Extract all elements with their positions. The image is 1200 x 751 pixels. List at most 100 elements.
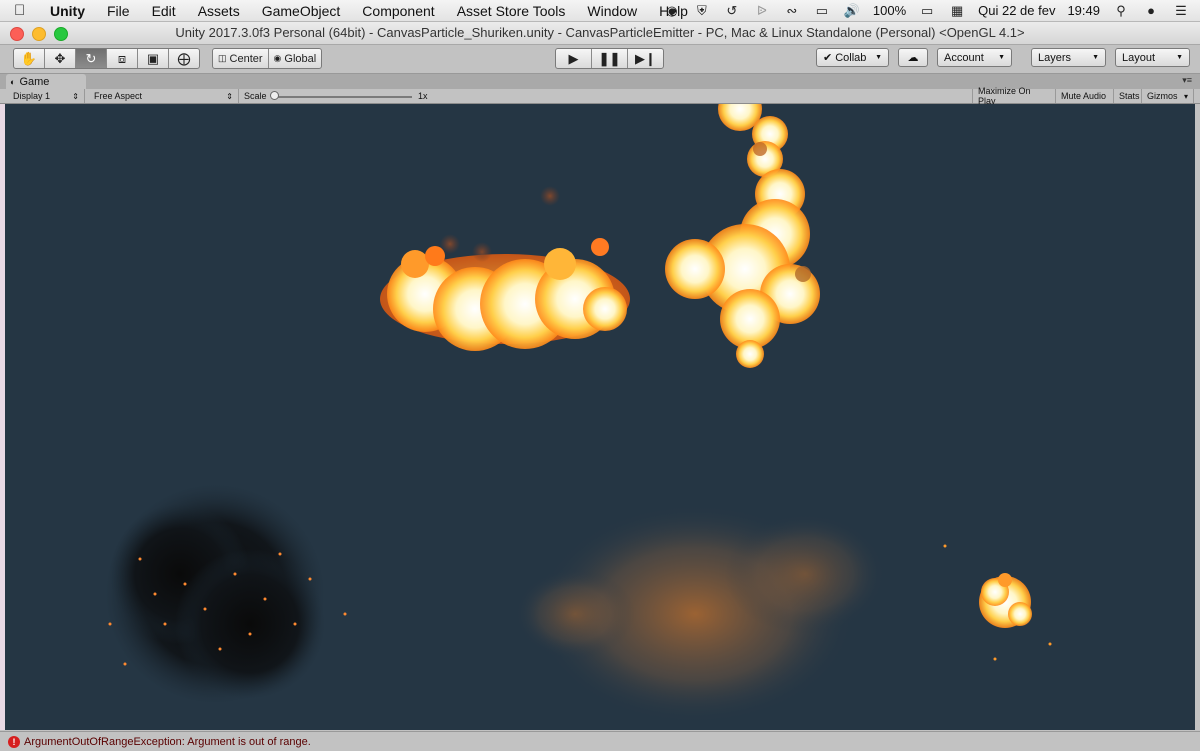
gizmos-dropdown[interactable]: Gizmos ▾ xyxy=(1142,89,1194,103)
display-dropdown[interactable]: Display 1 ⇕ xyxy=(8,89,85,103)
game-view[interactable] xyxy=(5,104,1195,730)
layers-label: Layers xyxy=(1038,51,1072,64)
menu-date[interactable]: Qui 22 de fev xyxy=(978,3,1055,18)
right-panel-edge xyxy=(1195,104,1200,730)
pivot-center-button[interactable]: ◫ Center xyxy=(213,49,269,68)
menu-bar:  Unity File Edit Assets GameObject Comp… xyxy=(0,0,1200,22)
menu-assets[interactable]: Assets xyxy=(198,3,240,19)
updown-icon: ⇕ xyxy=(72,91,79,101)
space-global-button[interactable]: ◉ Global xyxy=(269,49,322,68)
rect-icon: ▣ xyxy=(146,50,160,66)
pivot-label: Center xyxy=(229,52,263,65)
smoke-cloud xyxy=(105,484,347,704)
aspect-dropdown[interactable]: Free Aspect ⇕ xyxy=(89,89,239,103)
pause-icon: ❚❚ xyxy=(598,50,621,66)
window-title: Unity 2017.3.0f3 Personal (64bit) - Canv… xyxy=(175,25,1025,40)
minimize-window-button[interactable] xyxy=(32,27,46,41)
layout-label: Layout xyxy=(1122,51,1156,64)
pause-button[interactable]: ❚❚ xyxy=(592,49,628,68)
play-icon: ▶ xyxy=(568,50,579,66)
cloud-button[interactable]: ☁ xyxy=(898,48,928,67)
space-label: Global xyxy=(284,52,317,65)
scale-slider-handle[interactable] xyxy=(270,91,279,100)
aspect-label: Free Aspect xyxy=(94,91,143,101)
hand-icon: ✋ xyxy=(20,50,38,66)
siri-icon[interactable]: ● xyxy=(1142,3,1160,19)
layout-dropdown[interactable]: Layout ▼ xyxy=(1115,48,1190,67)
playmode-controls: ▶ ❚❚ ▶❙ xyxy=(555,48,664,69)
particle-scene xyxy=(105,104,1052,724)
shield-icon[interactable]: ⛨ xyxy=(693,3,711,19)
chevron-down-icon: ▼ xyxy=(1176,54,1183,61)
spotlight-search-icon[interactable]: ⚲ xyxy=(1112,3,1130,19)
move-tool-button[interactable]: ✥ xyxy=(45,49,76,68)
collab-label: Collab xyxy=(835,51,867,64)
chevron-down-icon: ▾ xyxy=(1183,91,1188,101)
mute-label: Mute Audio xyxy=(1061,91,1107,101)
menu-gameobject[interactable]: GameObject xyxy=(262,3,341,19)
airplay-icon[interactable]: ▭ xyxy=(813,3,831,19)
tab-menu-icon[interactable]: ▾≡ xyxy=(1182,75,1192,86)
menu-edit[interactable]: Edit xyxy=(152,3,176,19)
pivot-toggles: ◫ Center ◉ Global xyxy=(212,48,323,69)
scale-label: Scale xyxy=(244,91,267,101)
step-button[interactable]: ▶❙ xyxy=(628,49,663,68)
hand-tool-button[interactable]: ✋ xyxy=(14,49,45,68)
move-icon: ✥ xyxy=(54,50,66,66)
stats-toggle[interactable]: Stats xyxy=(1114,89,1142,103)
menu-asset-store-tools[interactable]: Asset Store Tools xyxy=(457,3,566,19)
scale-icon: ⧈ xyxy=(117,50,127,66)
menu-window[interactable]: Window xyxy=(587,3,637,19)
fire-burst-left xyxy=(380,186,630,351)
fire-burst-small xyxy=(943,544,1052,661)
scale-tool-button[interactable]: ⧈ xyxy=(107,49,138,68)
error-icon: ! xyxy=(8,735,20,748)
tab-game[interactable]: ◐ Game xyxy=(6,74,86,89)
rotate-tool-button[interactable]: ↻ xyxy=(76,49,107,68)
step-icon: ▶❙ xyxy=(635,50,656,66)
zoom-window-button[interactable] xyxy=(54,27,68,41)
keyboard-icon[interactable]: ▦ xyxy=(948,3,966,19)
notification-center-icon[interactable]: ☰ xyxy=(1172,3,1190,19)
maximize-label: Maximize On Play xyxy=(978,86,1031,106)
chrome-icon[interactable]: ◉ xyxy=(663,3,681,19)
menu-unity[interactable]: Unity xyxy=(50,3,85,19)
transform-icon: ⨁ xyxy=(177,50,191,66)
mute-audio-toggle[interactable]: Mute Audio xyxy=(1056,89,1114,103)
battery-icon[interactable]: ▭ xyxy=(918,3,936,19)
apple-icon[interactable]:  xyxy=(14,2,32,19)
pivot-icon: ◫ xyxy=(218,53,227,63)
menu-time[interactable]: 19:49 xyxy=(1067,3,1100,18)
maximize-on-play-toggle[interactable]: Maximize On Play xyxy=(972,86,1056,106)
menu-file[interactable]: File xyxy=(107,3,130,19)
menu-component[interactable]: Component xyxy=(362,3,434,19)
account-dropdown[interactable]: Account ▼ xyxy=(937,48,1012,67)
error-message: ArgumentOutOfRangeException: Argument is… xyxy=(24,735,311,748)
transform-tool-button[interactable]: ⨁ xyxy=(169,49,199,68)
time-machine-icon[interactable]: ↺ xyxy=(723,3,741,19)
rotate-icon: ↻ xyxy=(85,50,97,66)
chevron-down-icon: ▼ xyxy=(1092,54,1099,61)
rect-tool-button[interactable]: ▣ xyxy=(138,49,169,68)
battery-percent: 100% xyxy=(872,3,907,18)
glow-cloud xyxy=(515,504,885,724)
bluetooth-icon[interactable]: ᐉ xyxy=(753,3,771,19)
console-status-bar[interactable]: ! ArgumentOutOfRangeException: Argument … xyxy=(0,731,1200,751)
collab-dropdown[interactable]: ✔ Collab ▼ xyxy=(816,48,889,67)
play-button[interactable]: ▶ xyxy=(556,49,592,68)
close-window-button[interactable] xyxy=(10,27,24,41)
account-label: Account xyxy=(944,51,984,64)
stats-label: Stats xyxy=(1119,91,1140,101)
fire-burst-right xyxy=(665,104,820,368)
window-controls xyxy=(10,27,68,41)
unity-toolbar: ✋ ✥ ↻ ⧈ ▣ ⨁ ◫ Center ◉ Global ▶ ❚❚ ▶❙ ✔ … xyxy=(0,45,1200,74)
game-view-toolbar: Display 1 ⇕ Free Aspect ⇕ Scale 1x Maxim… xyxy=(0,86,1200,106)
transform-tools: ✋ ✥ ↻ ⧈ ▣ ⨁ xyxy=(13,48,200,69)
wifi-icon[interactable]: ∾ xyxy=(783,3,801,19)
scale-slider-track[interactable] xyxy=(272,96,412,98)
scale-value: 1x xyxy=(418,91,428,101)
tab-game-label: Game xyxy=(19,75,50,88)
volume-icon[interactable]: 🔊 xyxy=(843,3,861,19)
layers-dropdown[interactable]: Layers ▼ xyxy=(1031,48,1106,67)
chevron-down-icon: ▼ xyxy=(875,54,882,61)
